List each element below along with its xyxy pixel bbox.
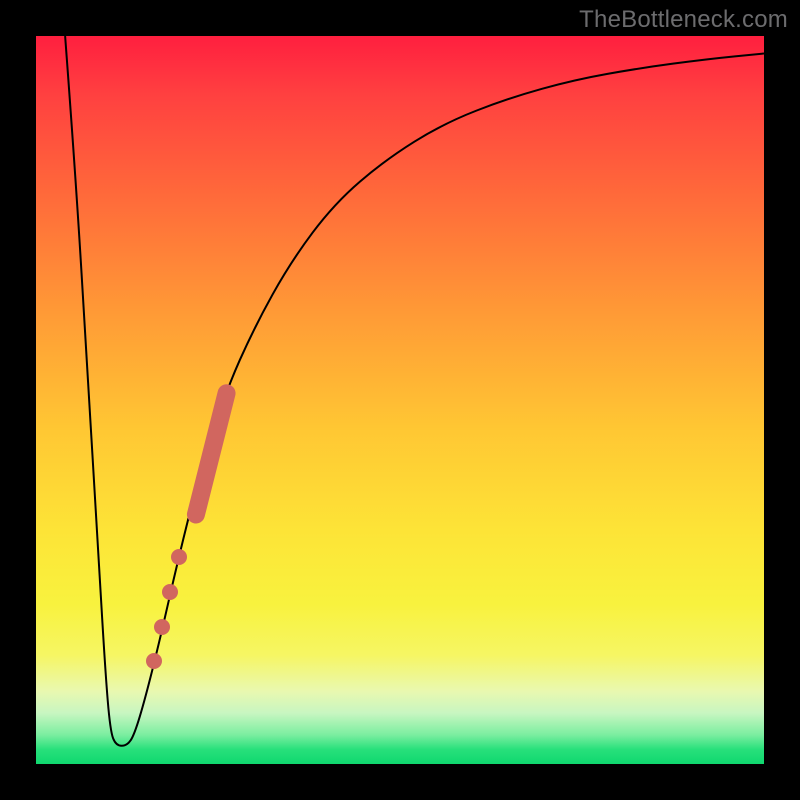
chart-frame: TheBottleneck.com bbox=[0, 0, 800, 800]
data-marker bbox=[146, 653, 162, 669]
data-marker bbox=[162, 584, 178, 600]
curve-svg bbox=[36, 36, 764, 764]
watermark-text: TheBottleneck.com bbox=[579, 6, 788, 34]
data-marker bbox=[171, 549, 187, 565]
data-marker bbox=[154, 619, 170, 635]
plot-area bbox=[36, 36, 764, 764]
bottleneck-curve bbox=[65, 36, 764, 746]
